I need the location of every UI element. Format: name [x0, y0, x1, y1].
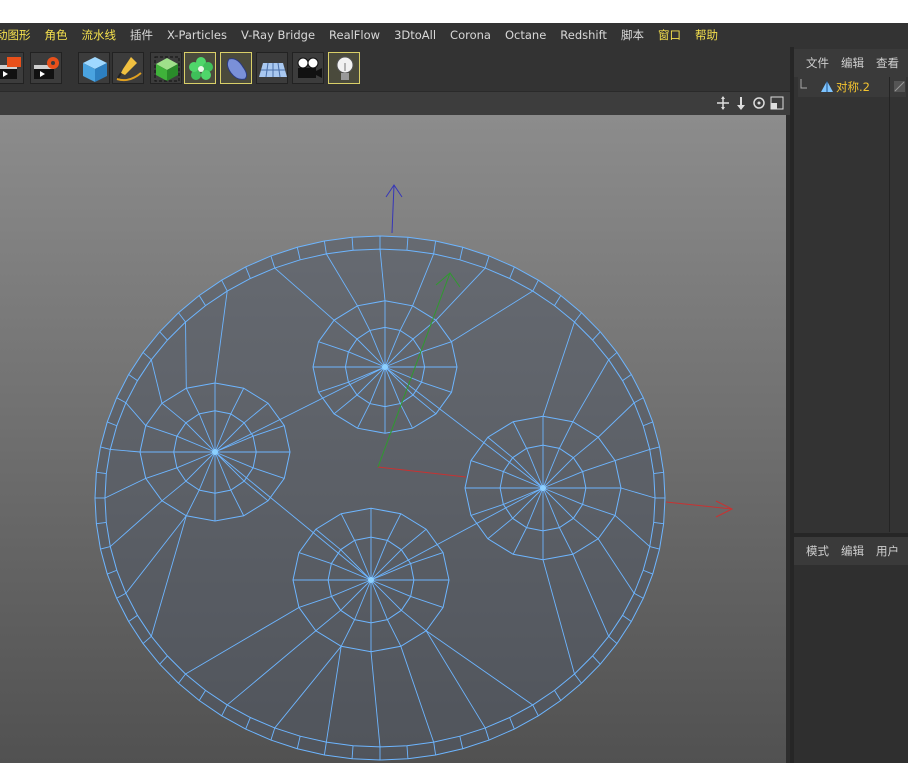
camera-icon[interactable] — [292, 52, 324, 84]
menu-item[interactable]: 动图形 — [0, 23, 38, 47]
viewport-header — [0, 91, 790, 116]
object-name[interactable]: 对称.2 — [836, 79, 870, 95]
cloner-icon[interactable] — [184, 52, 216, 84]
axis-z-line — [391, 184, 395, 234]
viewport-nav — [716, 95, 784, 111]
tree-branch-icon — [800, 79, 807, 89]
light-icon[interactable] — [328, 52, 360, 84]
attribute-panel-body — [794, 565, 908, 763]
pole-vertex — [382, 364, 388, 370]
toolbar — [0, 47, 790, 91]
layer-toggle-icon[interactable] — [894, 81, 906, 93]
move-view-icon[interactable] — [716, 95, 730, 111]
maximize-view-icon[interactable] — [770, 95, 784, 111]
om-menu-file[interactable]: 文件 — [806, 55, 841, 71]
pole-vertex — [368, 577, 374, 583]
menu-item[interactable]: 角色 — [38, 23, 75, 47]
deformer-icon[interactable] — [220, 52, 252, 84]
menu-item[interactable]: 流水线 — [75, 23, 124, 47]
menu-item[interactable]: RealFlow — [322, 23, 387, 47]
menu-item[interactable]: Corona — [443, 23, 498, 47]
pole-vertex — [212, 449, 218, 455]
axis-x-line — [665, 501, 733, 510]
menu-item[interactable]: 窗口 — [651, 23, 688, 47]
menu-item[interactable]: 插件 — [123, 23, 160, 47]
om-menu-view[interactable]: 查看 — [876, 55, 908, 71]
menu-bar: 动图形 角色 流水线 插件 X-Particles V-Ray Bridge RealFlo… — [0, 23, 908, 47]
rotate-view-icon[interactable] — [752, 95, 766, 111]
right-panel: 文件 编辑 查看 对称.2 模式 编辑 用户 — [794, 47, 908, 763]
floor-icon[interactable] — [256, 52, 288, 84]
menu-item[interactable]: 3DtoAll — [387, 23, 443, 47]
column-divider — [889, 77, 890, 532]
am-menu-edit[interactable]: 编辑 — [841, 543, 876, 559]
attribute-manager-header: 模式 编辑 用户 — [794, 537, 908, 565]
menu-item[interactable]: Octane — [498, 23, 553, 47]
pole-vertex — [540, 485, 546, 491]
mesh-face — [94, 235, 666, 761]
cube-icon[interactable] — [78, 52, 110, 84]
symmetry-mesh — [94, 235, 666, 761]
object-manager-header: 文件 编辑 查看 — [794, 49, 908, 77]
menu-item[interactable]: X-Particles — [160, 23, 234, 47]
menu-item[interactable]: V-Ray Bridge — [234, 23, 322, 47]
subdivision-icon[interactable] — [150, 52, 182, 84]
menu-item[interactable]: 脚本 — [614, 23, 651, 47]
menu-item[interactable]: Redshift — [553, 23, 614, 47]
om-menu-edit[interactable]: 编辑 — [841, 55, 876, 71]
3d-viewport[interactable] — [0, 115, 786, 763]
am-menu-mode[interactable]: 模式 — [806, 543, 841, 559]
zoom-view-icon[interactable] — [734, 95, 748, 111]
object-list: 对称.2 — [794, 77, 908, 532]
render-settings-icon[interactable] — [30, 52, 62, 84]
symmetry-icon — [821, 81, 833, 92]
am-menu-user[interactable]: 用户 — [876, 543, 908, 559]
menu-item[interactable]: 帮助 — [688, 23, 725, 47]
mesh-view — [94, 184, 734, 761]
render-region-icon[interactable] — [0, 52, 24, 84]
pen-spline-icon[interactable] — [112, 52, 144, 84]
